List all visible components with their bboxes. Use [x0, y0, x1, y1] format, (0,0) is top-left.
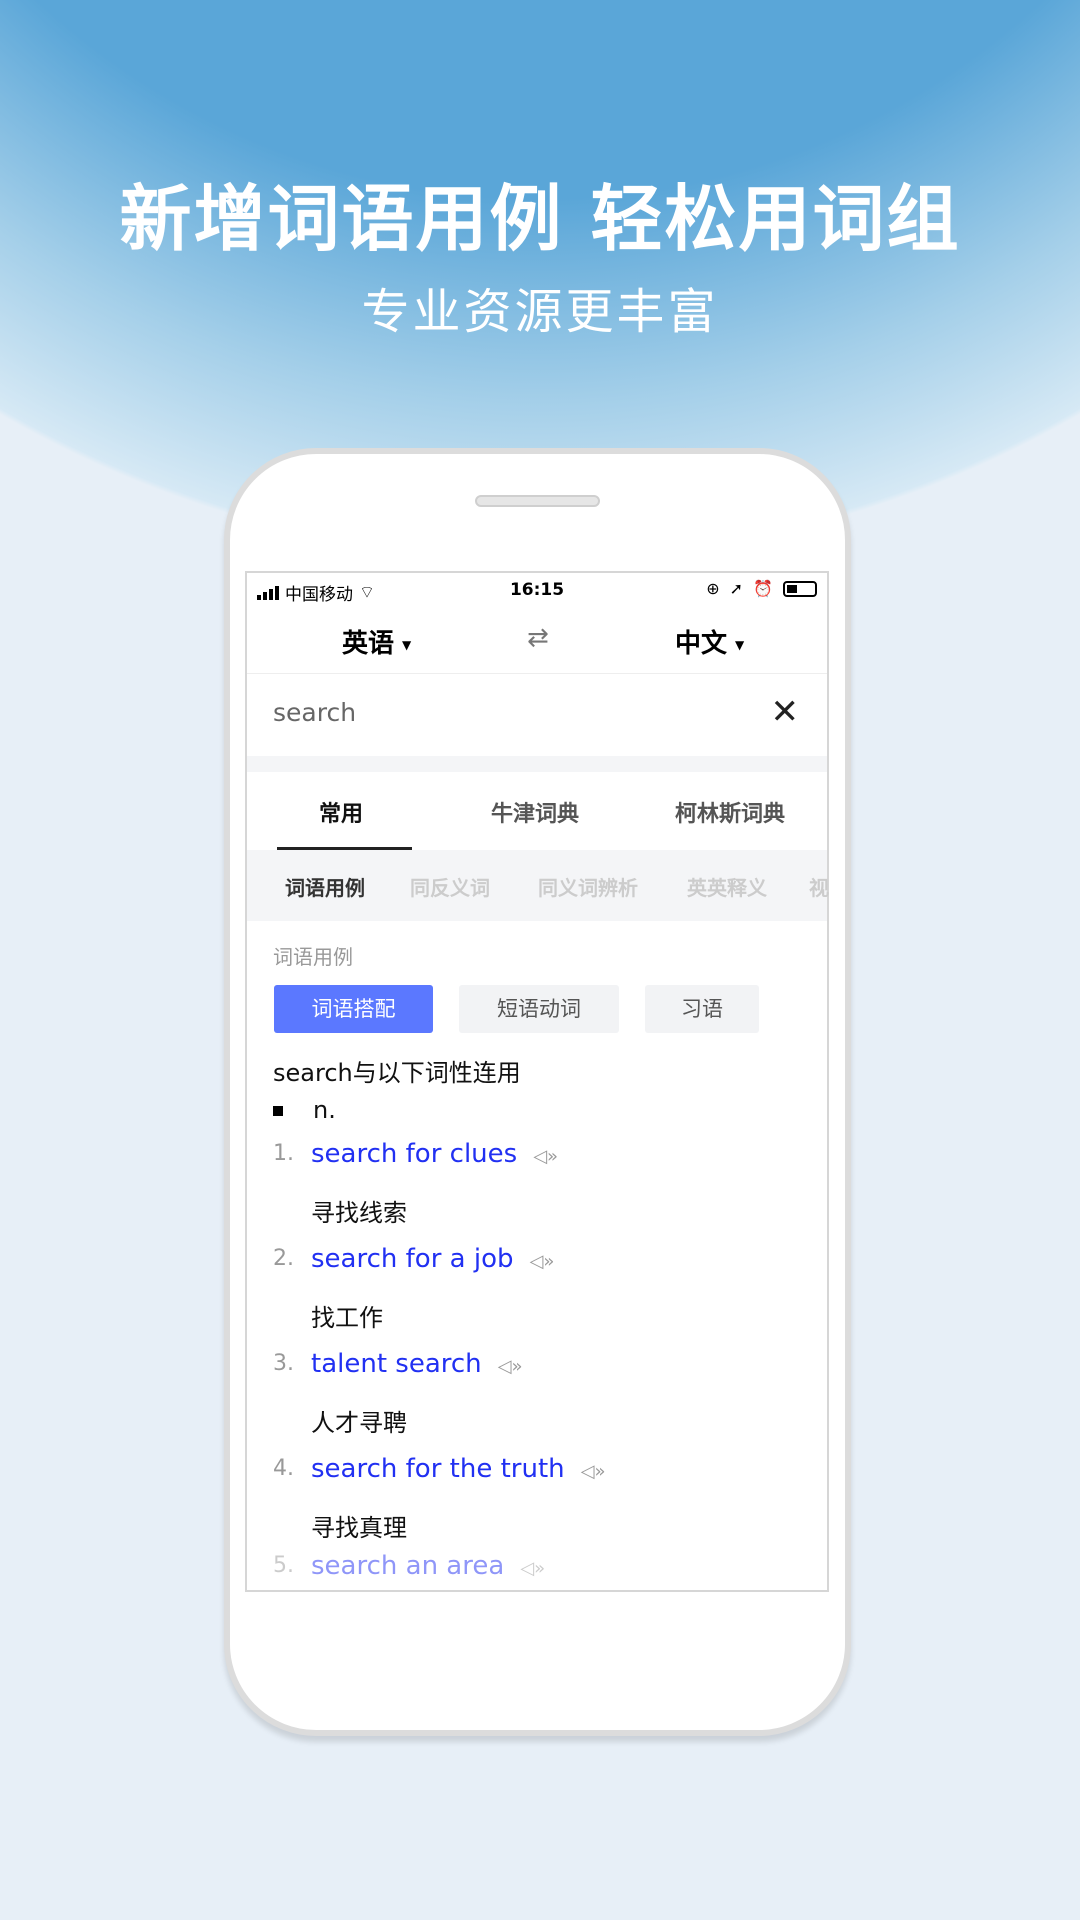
subtabs: 词语用例 同反义词 同义词辨析 英英释义 视: [247, 850, 829, 921]
target-language-select[interactable]: 中文 ▼: [675, 623, 744, 660]
search-input[interactable]: search: [273, 698, 356, 727]
part-of-speech: n.: [273, 1096, 336, 1124]
subtab-usage[interactable]: 词语用例: [285, 872, 365, 901]
item-number: 2.: [273, 1246, 294, 1271]
item-number: 3.: [273, 1351, 294, 1376]
speaker-icon[interactable]: ◁»: [529, 1251, 554, 1272]
search-bar: search ✕: [247, 674, 827, 756]
phrase[interactable]: talent search: [311, 1349, 482, 1379]
speaker-icon[interactable]: ◁»: [581, 1461, 606, 1482]
swap-arrows-icon[interactable]: ⇄: [527, 623, 549, 653]
chip-phrasal-verbs[interactable]: 短语动词: [459, 985, 619, 1033]
dictionary-tabs: 常用 牛津词典 柯林斯词典: [247, 772, 827, 850]
app-screen: 中国移动 ⌔ 16:15 ⊕ ➚ ⏰ 英语 ▼ ⇄ 中文 ▼ search ✕ 常用…: [245, 571, 829, 1592]
caret-down-icon: ▼: [735, 637, 745, 652]
chip-idioms[interactable]: 习语: [645, 985, 759, 1033]
subtab-english-definition[interactable]: 英英释义: [687, 872, 767, 901]
tab-common[interactable]: 常用: [319, 796, 363, 828]
intro-text: search与以下词性连用: [273, 1059, 521, 1087]
translation: 寻找线索: [311, 1199, 407, 1227]
subtab-synonyms-antonyms[interactable]: 同反义词: [410, 872, 490, 901]
phrase[interactable]: search for the truth: [311, 1454, 565, 1484]
source-language-select[interactable]: 英语 ▼: [342, 623, 411, 660]
rotation-lock-icon: ⊕: [706, 579, 720, 598]
phrase-link[interactable]: search for clues ◁»: [311, 1139, 558, 1169]
subtab-synonym-analysis[interactable]: 同义词辨析: [538, 872, 638, 901]
translation: 人才寻聘: [311, 1409, 407, 1437]
target-language: 中文: [675, 629, 728, 659]
phrase[interactable]: search for a job: [311, 1244, 513, 1274]
item-number: 5.: [273, 1553, 294, 1578]
translation: 找工作: [311, 1304, 383, 1332]
translation: 寻找真理: [311, 1514, 407, 1542]
divider: [247, 756, 827, 772]
promo-subtitle: 专业资源更丰富: [361, 284, 719, 340]
phrase-link[interactable]: search for a job ◁»: [311, 1244, 554, 1274]
item-number: 1.: [273, 1141, 294, 1166]
phrase[interactable]: search for clues: [311, 1139, 517, 1169]
location-icon: ➚: [729, 579, 744, 598]
speaker-icon[interactable]: ◁»: [498, 1356, 523, 1377]
language-bar: 英语 ▼ ⇄ 中文 ▼: [247, 609, 827, 674]
source-language: 英语: [342, 629, 395, 659]
phrase[interactable]: search an area: [311, 1551, 504, 1581]
close-icon[interactable]: ✕: [771, 692, 800, 732]
phrase-link[interactable]: search for the truth ◁»: [311, 1454, 605, 1484]
phrase-link[interactable]: search an area ◁»: [311, 1551, 545, 1581]
caret-down-icon: ▼: [402, 637, 412, 652]
subtab-more[interactable]: 视: [809, 872, 829, 901]
bullet-icon: [273, 1106, 283, 1116]
status-bar: 中国移动 ⌔ 16:15 ⊕ ➚ ⏰: [247, 573, 827, 609]
alarm-icon: ⏰: [753, 579, 773, 598]
pos-label: n.: [313, 1096, 336, 1124]
chip-collocations[interactable]: 词语搭配: [274, 985, 433, 1033]
phrase-link[interactable]: talent search ◁»: [311, 1349, 523, 1379]
tab-collins[interactable]: 柯林斯词典: [675, 796, 785, 828]
speaker-icon[interactable]: ◁»: [533, 1146, 558, 1167]
tab-oxford[interactable]: 牛津词典: [491, 796, 579, 828]
speaker-icon[interactable]: ◁»: [520, 1558, 545, 1579]
promo-headline: 新增词语用例 轻松用词组: [119, 177, 961, 261]
item-number: 4.: [273, 1456, 294, 1481]
phone-speaker: [475, 495, 600, 507]
section-title: 词语用例: [273, 945, 353, 969]
battery-icon: [783, 580, 817, 597]
